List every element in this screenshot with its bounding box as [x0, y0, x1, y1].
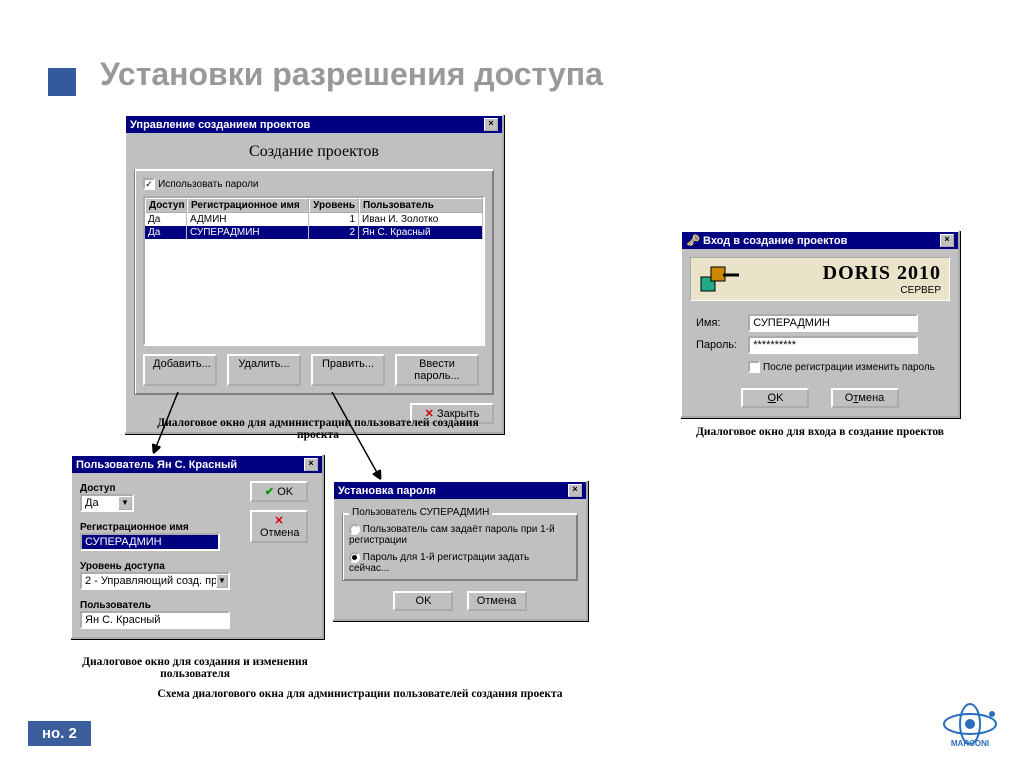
ok-button[interactable]: OK: [393, 591, 453, 611]
col-access[interactable]: Доступ: [145, 198, 187, 213]
add-button[interactable]: Добавить...: [143, 354, 217, 386]
svg-text:MARCONI: MARCONI: [951, 739, 989, 748]
delete-button[interactable]: Удалить...: [227, 354, 301, 386]
checkbox-icon: ✓: [143, 178, 155, 190]
arrow-icon: [322, 392, 392, 487]
close-icon[interactable]: ×: [940, 234, 954, 247]
radio-icon: [349, 552, 360, 563]
logo-icon: [699, 261, 739, 297]
groupbox-label: Пользователь СУПЕРАДМИН: [349, 507, 492, 518]
caption-2: Диалоговое окно для создания и изменения…: [80, 656, 310, 680]
checkbox-icon: [748, 361, 760, 373]
access-dropdown[interactable]: Да▼: [80, 494, 134, 512]
close-icon[interactable]: ×: [568, 484, 582, 497]
use-passwords-checkbox[interactable]: ✓ Использовать пароли: [143, 178, 485, 190]
window-title: 🗝 Вход в создание проектов: [686, 234, 847, 247]
window-user-edit: Пользователь Ян С. Красный × Доступ Да▼ …: [70, 454, 324, 639]
label-regname: Регистрационное имя: [80, 522, 242, 533]
cancel-button[interactable]: Отмена: [467, 591, 527, 611]
dialog-heading: Создание проектов: [134, 143, 494, 161]
ok-button[interactable]: OK: [741, 388, 809, 408]
label-access: Доступ: [80, 483, 242, 494]
change-after-login-checkbox[interactable]: После регистрации изменить пароль: [748, 362, 935, 373]
window-set-password: Установка пароля × Пользователь СУПЕРАДМ…: [332, 480, 588, 621]
window-title: Управление созданием проектов: [130, 119, 310, 131]
label-password: Пароль:: [692, 335, 745, 355]
edit-button[interactable]: Править...: [311, 354, 385, 386]
chevron-down-icon: ▼: [118, 496, 132, 510]
radio-option-1[interactable]: Пользователь сам задаёт пароль при 1-й р…: [349, 524, 571, 546]
cancel-button[interactable]: ✕ Отмена: [250, 510, 308, 543]
caption-4: Диалоговое окно для входа в создание про…: [690, 426, 950, 438]
level-dropdown[interactable]: 2 - Управляющий созд. проект▼: [80, 572, 230, 590]
col-level[interactable]: Уровень: [309, 198, 359, 213]
close-icon[interactable]: ×: [304, 458, 318, 471]
key-icon: 🗝: [686, 235, 700, 247]
password-input[interactable]: **********: [748, 336, 918, 354]
brand-name: DORIS 2010: [749, 262, 941, 285]
window-project-management: Управление созданием проектов × Создание…: [124, 114, 504, 434]
label-user: Пользователь: [80, 600, 242, 611]
chevron-down-icon: ▼: [216, 574, 228, 588]
arrow-icon: [150, 392, 200, 462]
user-input[interactable]: Ян С. Красный: [80, 611, 230, 629]
check-icon: ✔: [265, 486, 274, 498]
users-table[interactable]: Доступ Регистрационное имя Уровень Польз…: [143, 196, 485, 346]
table-row[interactable]: Да АДМИН 1 Иван И. Золотко: [145, 213, 483, 226]
close-icon[interactable]: ×: [484, 118, 498, 131]
radio-option-2[interactable]: Пароль для 1-й регистрации задать сейчас…: [349, 552, 571, 574]
marconi-logo-icon: MARCONI: [940, 700, 1000, 748]
label-level: Уровень доступа: [80, 561, 242, 572]
ok-button[interactable]: ✔ OK: [250, 481, 308, 502]
enter-password-button[interactable]: Ввести пароль...: [395, 354, 479, 386]
slide-number: но. 2: [28, 721, 91, 746]
regname-input[interactable]: СУПЕРАДМИН: [80, 533, 220, 551]
title-accent: [48, 68, 76, 96]
table-row[interactable]: Да СУПЕРАДМИН 2 Ян С. Красный: [145, 226, 483, 239]
col-regname[interactable]: Регистрационное имя: [187, 198, 309, 213]
page-title: Установки разрешения доступа: [100, 56, 603, 93]
col-user[interactable]: Пользователь: [359, 198, 483, 213]
name-input[interactable]: СУПЕРАДМИН: [748, 314, 918, 332]
caption-3: Схема диалогового окна для администрации…: [150, 688, 570, 700]
label-name: Имя:: [692, 313, 745, 333]
window-login: 🗝 Вход в создание проектов × DORIS 2010 …: [680, 230, 960, 418]
radio-icon: [349, 524, 360, 535]
brand-banner: DORIS 2010 СЕРВЕР: [690, 257, 950, 301]
cancel-button[interactable]: Отмена: [831, 388, 899, 408]
x-icon: ✕: [274, 515, 283, 527]
brand-sub: СЕРВЕР: [749, 285, 941, 296]
